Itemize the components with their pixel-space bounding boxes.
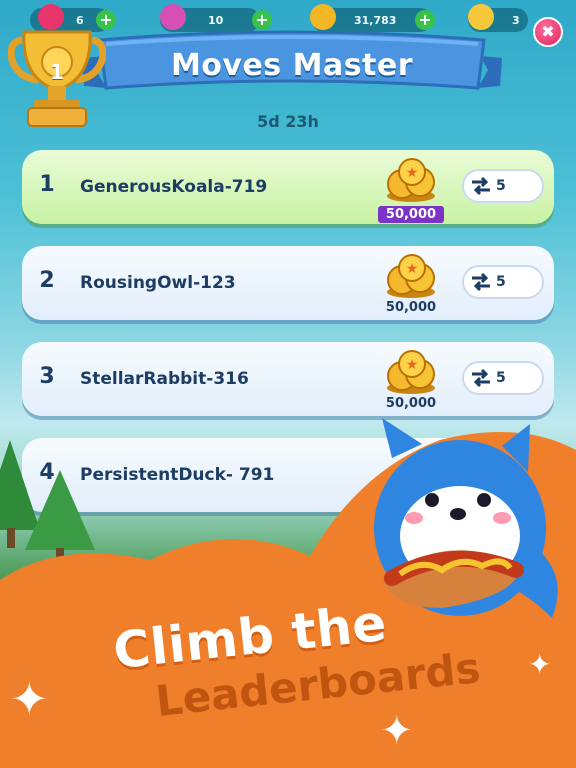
sparkle-icon: ✦	[528, 648, 552, 681]
sparkle-icon: ✦	[380, 708, 414, 754]
sparkle-icon: ✦	[10, 672, 49, 726]
